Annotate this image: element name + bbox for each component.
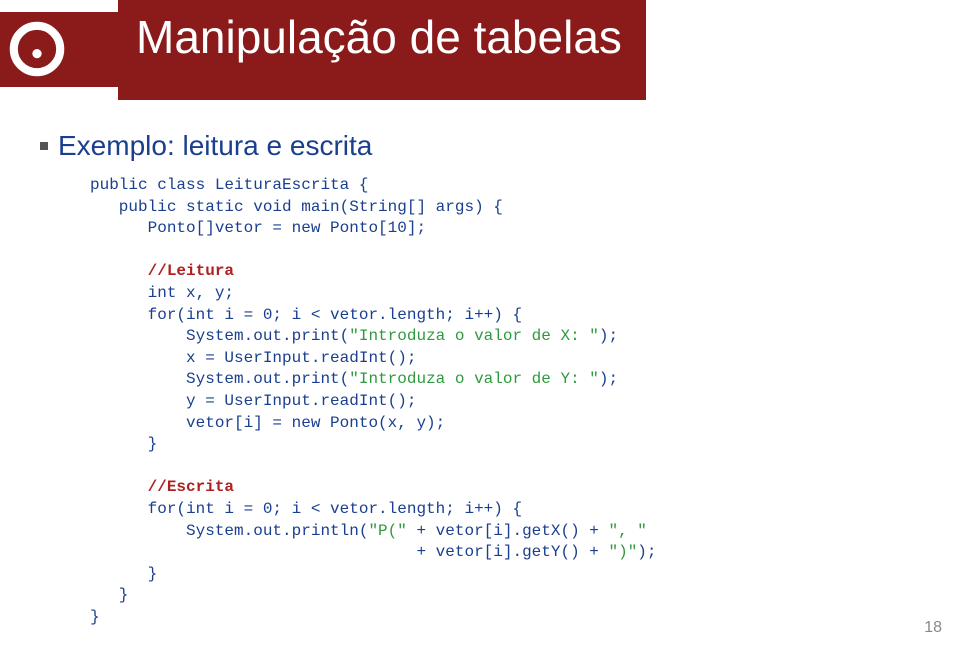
code-line — [90, 262, 148, 280]
code-line: } — [90, 608, 100, 626]
code-string: "Introduza o valor de Y: " — [349, 370, 599, 388]
code-line: ); — [637, 543, 656, 561]
code-line: } — [90, 565, 157, 583]
code-line: ); — [599, 370, 618, 388]
code-line: System.out.print( — [90, 327, 349, 345]
code-line: + vetor[i].getY() + — [90, 543, 608, 561]
code-line: int x, y; — [90, 284, 234, 302]
code-line: y = UserInput.readInt(); — [90, 392, 416, 410]
bullet-row: Exemplo: leitura e escrita — [40, 130, 372, 162]
slide-title: Manipulação de tabelas — [136, 11, 622, 63]
code-line: } — [90, 435, 157, 453]
code-line: public class LeituraEscrita { — [90, 176, 368, 194]
page-number: 18 — [924, 619, 942, 637]
code-line: Ponto[]vetor = new Ponto[10]; — [90, 219, 426, 237]
code-string: "Introduza o valor de X: " — [349, 327, 599, 345]
code-string: ")" — [608, 543, 637, 561]
code-line: + vetor[i].getX() + — [407, 522, 609, 540]
code-line: for(int i = 0; i < vetor.length; i++) { — [90, 500, 522, 518]
code-line: for(int i = 0; i < vetor.length; i++) { — [90, 306, 522, 324]
code-block: public class LeituraEscrita { public sta… — [90, 175, 657, 628]
code-line — [90, 478, 148, 496]
code-line: } — [90, 586, 128, 604]
code-line: x = UserInput.readInt(); — [90, 349, 416, 367]
bullet-icon — [40, 142, 48, 150]
code-line: System.out.println( — [90, 522, 368, 540]
bullet-text: Exemplo: leitura e escrita — [58, 130, 372, 162]
slide-title-block: Manipulação de tabelas — [118, 0, 646, 100]
code-comment: //Escrita — [148, 478, 234, 496]
code-line: public static void main(String[] args) { — [90, 198, 503, 216]
code-line: System.out.print( — [90, 370, 349, 388]
code-string: "P(" — [368, 522, 406, 540]
code-comment: //Leitura — [148, 262, 234, 280]
code-line: ); — [599, 327, 618, 345]
title-band — [0, 12, 120, 87]
ring-logo-icon — [8, 20, 66, 78]
code-line: vetor[i] = new Ponto(x, y); — [90, 414, 445, 432]
code-string: ", " — [609, 522, 647, 540]
